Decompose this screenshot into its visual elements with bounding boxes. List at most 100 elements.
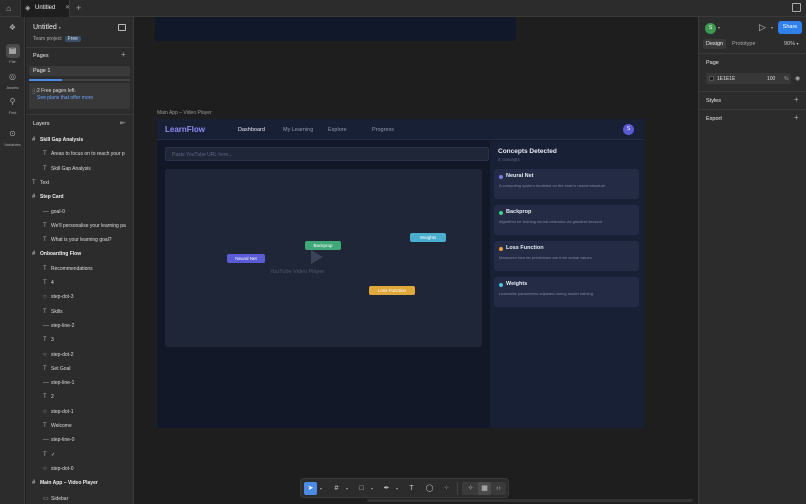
- project-name-text: Untitled: [33, 24, 57, 31]
- concept-card[interactable]: Loss Function Measures how far predictio…: [494, 241, 639, 271]
- rectangle-icon[interactable]: □: [355, 482, 368, 495]
- code-icon[interactable]: ‹›: [492, 482, 505, 495]
- user-avatar[interactable]: S: [705, 23, 716, 34]
- file-tab[interactable]: ◈ Untitled ✕: [20, 0, 70, 17]
- present-icon[interactable]: ▷: [759, 22, 766, 33]
- nav-explore[interactable]: Explore: [328, 127, 347, 133]
- line-icon: —: [43, 322, 49, 329]
- layer-row[interactable]: # Main App – Video Player: [32, 480, 98, 491]
- chevron-down-icon[interactable]: ▾: [718, 25, 720, 30]
- add-style-icon[interactable]: +: [794, 95, 799, 104]
- layer-row[interactable]: — step-line-2: [43, 323, 74, 334]
- color-swatch[interactable]: [709, 76, 714, 81]
- layer-row[interactable]: T Set Goal: [43, 366, 70, 377]
- concept-chip-backprop[interactable]: Backprop: [305, 241, 341, 250]
- video-player-frame[interactable]: LearnFlow Dashboard My Learning Explore …: [157, 119, 644, 428]
- actions-icon[interactable]: ⁘: [440, 482, 453, 495]
- nav-my-learning[interactable]: My Learning: [283, 127, 313, 133]
- layers-collapse-icon[interactable]: ⇤: [120, 119, 126, 127]
- comment-icon[interactable]: ◯: [423, 482, 436, 495]
- concept-card[interactable]: Neural Net A computing system modeled on…: [494, 169, 639, 199]
- rail-item-variables[interactable]: ⊙ Variables: [3, 127, 22, 147]
- home-icon[interactable]: ⌂: [3, 3, 14, 14]
- eye-icon[interactable]: ◉: [795, 75, 800, 82]
- concept-chip-weights[interactable]: Weights: [410, 233, 446, 242]
- right-panel: S ▾ ▷ ▾ Share Design Prototype 90% ▾ Pag…: [698, 17, 806, 504]
- text-layer-icon: T: [43, 280, 47, 286]
- layer-row[interactable]: T4: [43, 280, 54, 291]
- layer-row[interactable]: ○ step-dot-0: [43, 466, 74, 477]
- avatar[interactable]: S: [623, 124, 634, 135]
- layer-row[interactable]: T Areas to focus on to reach your p: [43, 151, 125, 162]
- concept-chip-neural-net[interactable]: Neural Net: [227, 254, 265, 263]
- layer-row[interactable]: — goal-0: [43, 209, 65, 220]
- rail-item-file[interactable]: ▤ File: [3, 44, 22, 64]
- play-icon[interactable]: [311, 250, 323, 264]
- export-title: Export: [706, 116, 722, 122]
- sidebar-toggle-icon[interactable]: [118, 24, 126, 31]
- video-player[interactable]: YouTube Video Player Neural Net Backprop…: [165, 169, 482, 347]
- chevron-down-icon[interactable]: ▾: [394, 482, 400, 495]
- concept-chip-loss-function[interactable]: Loss Function: [369, 286, 415, 295]
- project-name[interactable]: Untitled ▾: [33, 24, 61, 31]
- layer-row[interactable]: # Onboarding Flow: [32, 251, 81, 262]
- chevron-down-icon[interactable]: ▾: [344, 482, 350, 495]
- concept-card[interactable]: Weights Learnable parameters adjusted du…: [494, 277, 639, 307]
- concept-dot: [499, 247, 503, 251]
- bg-opacity[interactable]: 100: [767, 76, 775, 82]
- youtube-url-input[interactable]: Paste YouTube URL here...: [165, 147, 489, 161]
- page-item[interactable]: Page 1: [29, 66, 130, 76]
- bg-hex[interactable]: 1E1E1E: [717, 76, 735, 82]
- chevron-down-icon[interactable]: ▾: [318, 482, 324, 495]
- concept-card[interactable]: Backprop Algorithm for training neural n…: [494, 205, 639, 235]
- frame-icon[interactable]: #: [330, 482, 343, 495]
- layer-row[interactable]: ○ step-dot-3: [43, 294, 74, 305]
- layer-row[interactable]: — step-line-0: [43, 437, 74, 448]
- tab-design[interactable]: Design: [703, 39, 727, 49]
- ai-icon[interactable]: ✧: [464, 482, 477, 495]
- rail-item-find[interactable]: ⚲ Find: [3, 95, 22, 115]
- layer-row[interactable]: T We'll personalise your learning pa: [43, 223, 126, 234]
- layer-row[interactable]: T Text: [32, 180, 49, 191]
- layer-row[interactable]: # Step Card: [32, 194, 64, 205]
- layer-row[interactable]: ○ step-dot-1: [43, 409, 74, 420]
- ellipse-icon: ○: [43, 294, 47, 301]
- layer-name: Welcome: [51, 423, 72, 429]
- nav-progress[interactable]: Progress: [372, 127, 394, 133]
- layer-row[interactable]: — step-line-1: [43, 380, 74, 391]
- new-tab-icon[interactable]: +: [76, 3, 81, 13]
- nav-dashboard[interactable]: Dashboard: [238, 127, 265, 133]
- rail-item-assets[interactable]: ◎ Assets: [3, 70, 22, 90]
- see-plans-link[interactable]: See plans that offer more: [37, 95, 93, 101]
- text-icon[interactable]: T: [405, 482, 418, 495]
- layer-row[interactable]: T2: [43, 394, 54, 405]
- horizontal-scrollbar[interactable]: [367, 499, 693, 502]
- layer-row[interactable]: T What is your learning goal?: [43, 237, 112, 248]
- share-button[interactable]: Share: [778, 21, 802, 34]
- layer-row[interactable]: ▭ Sidebar: [43, 495, 68, 504]
- layer-row[interactable]: T Skill Gap Analysis: [43, 166, 91, 177]
- canvas[interactable]: Main App – Video Player LearnFlow Dashbo…: [135, 17, 697, 504]
- layer-row[interactable]: ○ step-dot-2: [43, 352, 74, 363]
- chevron-down-icon[interactable]: ▾: [369, 482, 375, 495]
- layer-row[interactable]: T3: [43, 337, 54, 348]
- add-page-icon[interactable]: +: [121, 50, 126, 59]
- move-icon[interactable]: ➤: [304, 482, 317, 495]
- onboarding-frame-preview[interactable]: [155, 17, 516, 41]
- layer-row[interactable]: T Recommendations: [43, 266, 93, 277]
- tab-prototype[interactable]: Prototype: [729, 39, 759, 49]
- window-layout-icon[interactable]: [792, 3, 801, 12]
- pen-icon[interactable]: ✒: [380, 482, 393, 495]
- chevron-down-icon[interactable]: ▾: [771, 25, 773, 30]
- layer-row[interactable]: T ✓: [43, 452, 55, 463]
- dev-mode-icon[interactable]: ▦: [478, 482, 491, 495]
- add-export-icon[interactable]: +: [794, 113, 799, 122]
- frame-label[interactable]: Main App – Video Player: [157, 110, 212, 116]
- zoom-level[interactable]: 90% ▾: [784, 41, 799, 47]
- layer-row[interactable]: T Skills: [43, 309, 63, 320]
- layer-row[interactable]: T Welcome: [43, 423, 72, 434]
- layer-row[interactable]: # Skill Gap Analysis: [32, 137, 83, 148]
- close-icon[interactable]: ✕: [65, 4, 70, 11]
- page-background-field[interactable]: 1E1E1E 100 %: [706, 73, 791, 84]
- menu-button[interactable]: ❖: [3, 21, 22, 35]
